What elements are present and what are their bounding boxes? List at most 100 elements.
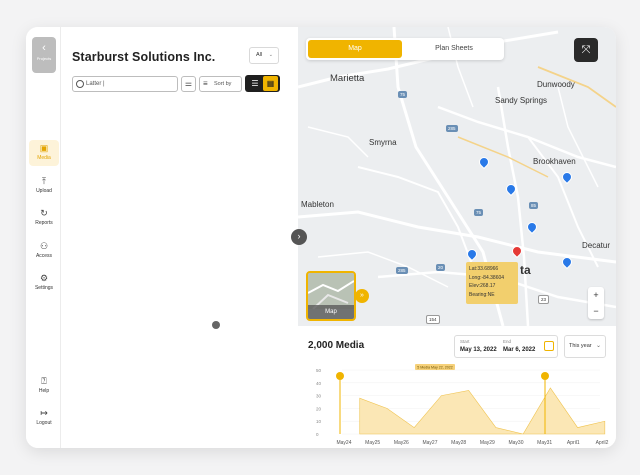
view-toggle: ☰ ▦ (245, 75, 280, 92)
x-tick-label: May30 (508, 440, 523, 446)
popup-bearing: Bearing:NE (469, 291, 495, 298)
sort-icon: ≡ (203, 79, 208, 88)
map-label: Smyrna (369, 138, 397, 147)
filter-settings-button[interactable]: ⚌ (181, 76, 196, 92)
zoom-in-button[interactable]: + (588, 287, 604, 303)
media-summary: 2,000 Media Start May 13, 2022 End Mar 6… (298, 326, 616, 448)
search-icon (76, 80, 84, 88)
map-view-tabs: Map Plan Sheets (306, 38, 504, 60)
x-tick-label: April2 (596, 440, 609, 446)
rail-item-reports[interactable]: ↻ Reports (29, 205, 59, 231)
rail-item-media[interactable]: ▣ Media (29, 140, 59, 166)
calendar-icon (544, 341, 554, 351)
y-tick-label: 20 (316, 406, 322, 411)
back-to-projects-button[interactable]: ‹ Projects (32, 37, 56, 73)
back-label: Projects (36, 56, 52, 61)
y-tick-label: 0 (316, 432, 319, 437)
media-icon: ▣ (39, 143, 49, 153)
range-marker-handle (336, 372, 344, 380)
upload-icon: ⤒ (42, 176, 46, 186)
start-date: May 13, 2022 (460, 347, 497, 353)
x-tick-label: May29 (480, 440, 495, 446)
sort-button[interactable]: ≡ Sort by (199, 76, 242, 92)
zoom-controls: + − (588, 287, 604, 319)
rail-item-label: Settings (34, 285, 54, 291)
grid-view-button[interactable]: ▦ (263, 76, 278, 91)
x-tick-label: May28 (451, 440, 466, 446)
double-chevron-right-icon: » (360, 292, 364, 299)
map-label: Marietta (330, 73, 365, 84)
app-window: ‹ Projects ▣ Media ⤒ Upload ↻ Reports ⚇ … (26, 27, 616, 448)
rail-item-access[interactable]: ⚇ Access (29, 238, 59, 264)
settings-icon: ⚙ (39, 273, 49, 283)
resize-handle[interactable] (212, 321, 220, 329)
x-tick-label: May31 (537, 440, 552, 446)
end-label: End (503, 339, 512, 344)
search-placeholder: Latter | (86, 81, 105, 87)
minimap-label: Map (308, 305, 354, 319)
logout-icon: ↦ (40, 408, 48, 418)
map-label: Dunwoody (537, 80, 575, 89)
map-view[interactable]: Marietta Dunwoody Sandy Springs Smyrna B… (298, 27, 616, 326)
tab-map[interactable]: Map (308, 40, 402, 58)
sliders-icon: ⚌ (184, 79, 193, 88)
filter-dropdown-value: All (256, 52, 263, 58)
reports-icon: ↻ (40, 208, 48, 218)
date-range-picker[interactable]: Start May 13, 2022 End Mar 6, 2022 (454, 335, 558, 358)
y-tick-label: 40 (316, 381, 322, 386)
help-icon: ⍰ (41, 376, 47, 386)
x-tick-label: May25 (365, 440, 380, 446)
rail-item-help[interactable]: ⍰ Help (29, 373, 59, 399)
annotation-text: 5 Media May 22, 2022 (417, 365, 453, 369)
range-dropdown[interactable]: This year ⌄ (564, 335, 606, 358)
map-label: Sandy Springs (495, 96, 548, 105)
rail-item-label: Media (37, 155, 51, 161)
company-title: Starburst Solutions Inc. (72, 50, 216, 64)
media-timeline-chart: 0 10 20 30 40 50 May24 May25 May26 May27 May28 May2… (316, 364, 609, 446)
sort-label: Sort by (214, 81, 232, 87)
highway-shield: 285 (446, 125, 458, 132)
map-label: Mableton (301, 200, 334, 209)
range-dropdown-value: This year (569, 343, 592, 349)
media-count: 2,000 Media (308, 340, 365, 351)
highway-shield: 85 (529, 202, 539, 209)
minimap-terrain (308, 273, 354, 309)
rail-item-label: Help (38, 388, 50, 394)
zoom-out-button[interactable]: − (588, 303, 604, 319)
y-tick-label: 10 (316, 419, 322, 424)
rail-item-settings[interactable]: ⚙ Settings (29, 270, 59, 296)
y-tick-label: 50 (316, 368, 322, 373)
fullscreen-button[interactable]: ⤧ (574, 38, 598, 62)
list-view-button[interactable]: ☰ (249, 77, 261, 90)
y-tick-label: 30 (316, 394, 322, 399)
popup-elev: Elev:268.17 (469, 283, 496, 289)
range-marker-handle (541, 372, 549, 380)
highway-shield: 75 (474, 209, 484, 216)
highway-shield: 75 (398, 91, 408, 98)
chevron-right-icon: › (297, 231, 301, 241)
search-input[interactable]: Latter | (72, 76, 178, 92)
x-tick-label: May26 (394, 440, 409, 446)
collapse-panel-button[interactable]: › (291, 229, 307, 245)
tab-plan-sheets[interactable]: Plan Sheets (406, 40, 502, 58)
map-layer-thumbnail[interactable]: Map (306, 271, 356, 321)
chevron-down-icon: ⌄ (268, 52, 273, 58)
chevron-down-icon: ⌄ (595, 343, 601, 349)
popup-long: Long:-84.38604 (469, 274, 505, 281)
popup-lat: Lat:33.68966 (469, 266, 499, 272)
left-rail: ‹ Projects ▣ Media ⤒ Upload ↻ Reports ⚇ … (26, 27, 61, 448)
highway-shield: 285 (396, 267, 408, 274)
x-tick-label: May24 (336, 440, 351, 446)
map-label: Brookhaven (533, 157, 576, 166)
rail-item-label: Upload (36, 188, 52, 194)
x-tick-label: April1 (567, 440, 580, 446)
x-tick-label: May27 (422, 440, 437, 446)
filter-dropdown[interactable]: All ⌄ (249, 47, 279, 64)
area-series (359, 387, 606, 435)
expand-layers-button[interactable]: » (355, 289, 369, 303)
rail-item-upload[interactable]: ⤒ Upload (29, 173, 59, 199)
rail-item-label: Access (35, 253, 53, 259)
expand-icon: ⤧ (581, 44, 591, 56)
access-icon: ⚇ (39, 241, 49, 251)
rail-item-logout[interactable]: ↦ Logout (29, 405, 59, 431)
